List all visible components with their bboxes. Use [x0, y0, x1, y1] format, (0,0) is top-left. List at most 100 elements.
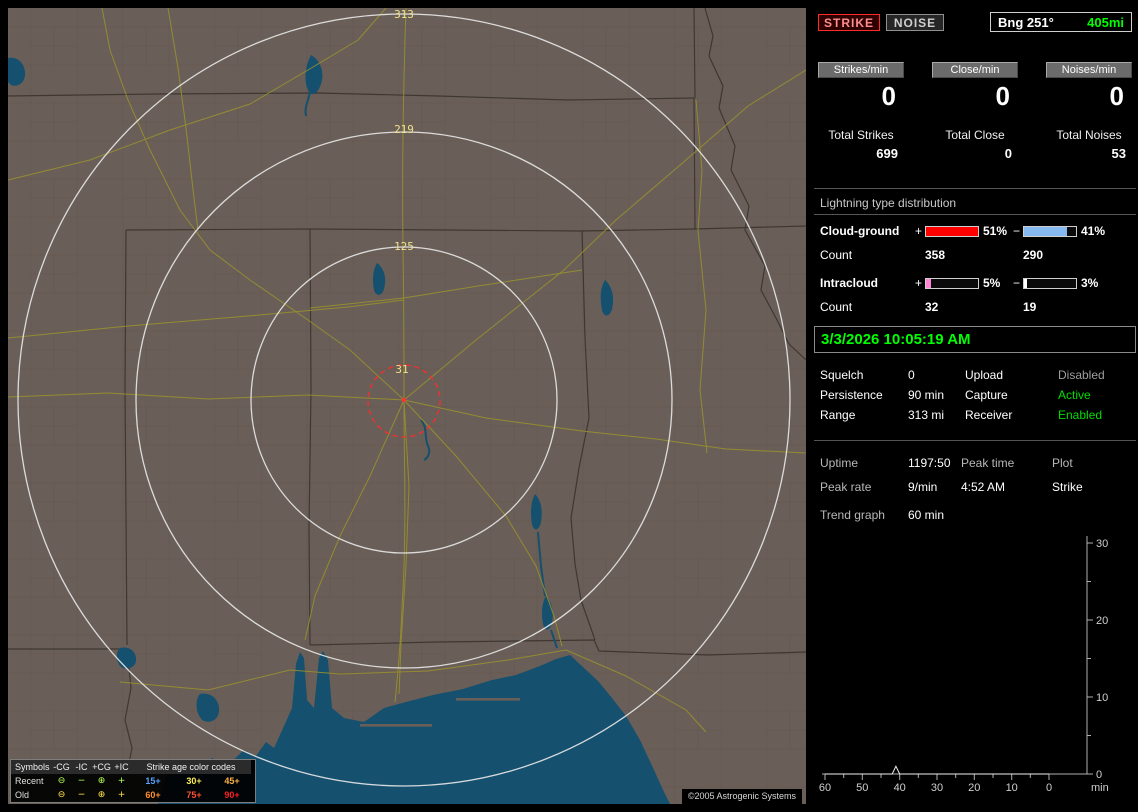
legend-row-recent: Recent	[15, 776, 44, 786]
total-strikes-label: Total Strikes	[828, 128, 894, 142]
upload-label: Upload	[965, 368, 1004, 382]
uptime-value: 1197:50	[908, 456, 951, 470]
copyright-notice: ©2005 Astrogenic Systems	[681, 789, 802, 804]
plot-label: Plot	[1052, 456, 1073, 470]
total-close-label: Total Close	[945, 128, 1005, 142]
ring-label: 313	[394, 8, 414, 21]
ring-label: 31	[395, 363, 408, 376]
ring-label: 219	[394, 123, 414, 136]
distribution-title: Lightning type distribution	[820, 196, 957, 210]
age-code-30: 30+	[186, 776, 202, 786]
trend-x-tick-labels: 60 50 40 30 20 10 0 min	[819, 782, 1109, 794]
trend-graph: 30 20 10 0 60 50 40 30 20 10 0 min	[819, 536, 1109, 794]
neg-cg-symbol: ⊖	[57, 776, 66, 786]
receiver-status: Enabled	[1058, 408, 1103, 422]
cloud-ground-label: Cloud-ground	[820, 224, 900, 238]
y-tick: 10	[1096, 692, 1108, 704]
stats-row-1: Uptime 1197:50 Peak time Plot	[820, 456, 1134, 472]
legend-col-pos-ic: +IC	[112, 760, 131, 774]
legend-col-neg-ic: -IC	[72, 760, 91, 774]
trend-y-tick-labels: 30 20 10 0	[1096, 538, 1108, 781]
persistence-value: 90 min	[908, 388, 945, 402]
neg-ic-symbol: −	[77, 776, 86, 786]
upload-status: Disabled	[1058, 368, 1105, 382]
pos-ic-symbol: +	[117, 776, 126, 786]
lightning-map[interactable]: 313 219 125 31 Symbols -CG -IC +CG +IC S…	[8, 8, 806, 804]
peak-time-value: 4:52 AM	[961, 480, 1006, 494]
intracloud-label: Intracloud	[820, 276, 879, 290]
x-tick: 30	[931, 782, 943, 794]
noises-per-min-header: Noises/min	[1046, 62, 1132, 78]
noises-per-min-value: 0	[1109, 81, 1124, 111]
receiver-location-dot	[401, 397, 407, 403]
legend-age-header: Strike age color codes	[131, 760, 251, 774]
minus-sign: −	[1013, 224, 1021, 238]
divider	[814, 214, 1136, 215]
settings-row-squelch: Squelch 0 Upload Disabled	[820, 368, 1134, 384]
y-tick: 30	[1096, 538, 1108, 550]
trend-graph-label: Trend graph	[820, 508, 885, 522]
trend-header-row: Trend graph 60 min	[820, 508, 1134, 524]
total-noises-label: Total Noises	[1056, 128, 1122, 142]
cg-positive-bar	[925, 226, 979, 237]
count-label: Count	[820, 248, 853, 262]
ic-negative-count: 19	[1023, 300, 1037, 314]
age-code-90: 90+	[224, 790, 240, 800]
x-tick: 0	[1046, 782, 1052, 794]
squelch-label: Squelch	[820, 368, 864, 382]
strikes-per-min-header: Strikes/min	[818, 62, 904, 78]
x-tick: 60	[819, 782, 831, 794]
trend-axes	[822, 536, 1093, 780]
datetime-display: 3/3/2026 10:05:19 AM	[814, 326, 1136, 353]
x-tick: 10	[1006, 782, 1018, 794]
map-canvas: 313 219 125 31	[8, 8, 806, 804]
minus-sign: −	[1013, 276, 1021, 290]
y-tick: 0	[1096, 769, 1102, 781]
range-value: 405mi	[1087, 14, 1124, 30]
age-code-15: 15+	[145, 776, 161, 786]
settings-row-range: Range 313 mi Receiver Enabled	[820, 408, 1134, 424]
pos-ic-symbol-old: +	[117, 790, 126, 800]
total-noises-value: 53	[1111, 146, 1126, 161]
uptime-label: Uptime	[820, 456, 859, 470]
neg-cg-symbol-old: ⊖	[57, 790, 66, 800]
y-tick: 20	[1096, 615, 1108, 627]
cg-positive-pct: 51%	[983, 224, 1008, 238]
bearing-range-display: Bng 251° 405mi	[990, 12, 1132, 32]
divider	[814, 188, 1136, 189]
ic-negative-pct: 3%	[1081, 276, 1099, 290]
x-tick: 50	[856, 782, 868, 794]
strikes-per-min-value: 0	[881, 81, 896, 111]
total-values: 699 0 53	[818, 146, 1132, 161]
x-tick: 40	[894, 782, 906, 794]
peak-rate-value: 9/min	[908, 480, 938, 494]
legend-col-pos-cg: +CG	[91, 760, 112, 774]
stats-row-2: Peak rate 9/min 4:52 AM Strike	[820, 480, 1134, 496]
close-per-min-value: 0	[995, 81, 1010, 111]
peak-time-label: Peak time	[961, 456, 1015, 470]
age-code-75: 75+	[186, 790, 202, 800]
count-label: Count	[820, 300, 853, 314]
rate-headers: Strikes/min Close/min Noises/min	[818, 62, 1132, 78]
peak-rate-label: Peak rate	[820, 480, 872, 494]
squelch-value: 0	[908, 368, 915, 382]
pos-cg-symbol-old: ⊕	[97, 790, 106, 800]
age-code-60: 60+	[145, 790, 161, 800]
ic-negative-bar	[1023, 278, 1077, 289]
range-label: Range	[820, 408, 856, 422]
rate-values: 0 0 0	[818, 82, 1132, 110]
noise-toggle-button[interactable]: NOISE	[886, 14, 944, 31]
total-labels: Total Strikes Total Close Total Noises	[818, 128, 1132, 142]
strike-toggle-button[interactable]: STRIKE	[818, 14, 880, 31]
legend-panel: Symbols -CG -IC +CG +IC Strike age color…	[10, 759, 256, 803]
capture-status: Active	[1058, 388, 1091, 402]
ic-positive-count: 32	[925, 300, 939, 314]
legend-row-old: Old	[15, 790, 30, 800]
ic-positive-bar	[925, 278, 979, 289]
plus-sign: +	[915, 224, 923, 238]
age-code-45: 45+	[224, 776, 240, 786]
ic-positive-pct: 5%	[983, 276, 1001, 290]
trend-line	[825, 765, 1049, 775]
cg-positive-count: 358	[925, 248, 946, 262]
divider	[814, 440, 1136, 441]
